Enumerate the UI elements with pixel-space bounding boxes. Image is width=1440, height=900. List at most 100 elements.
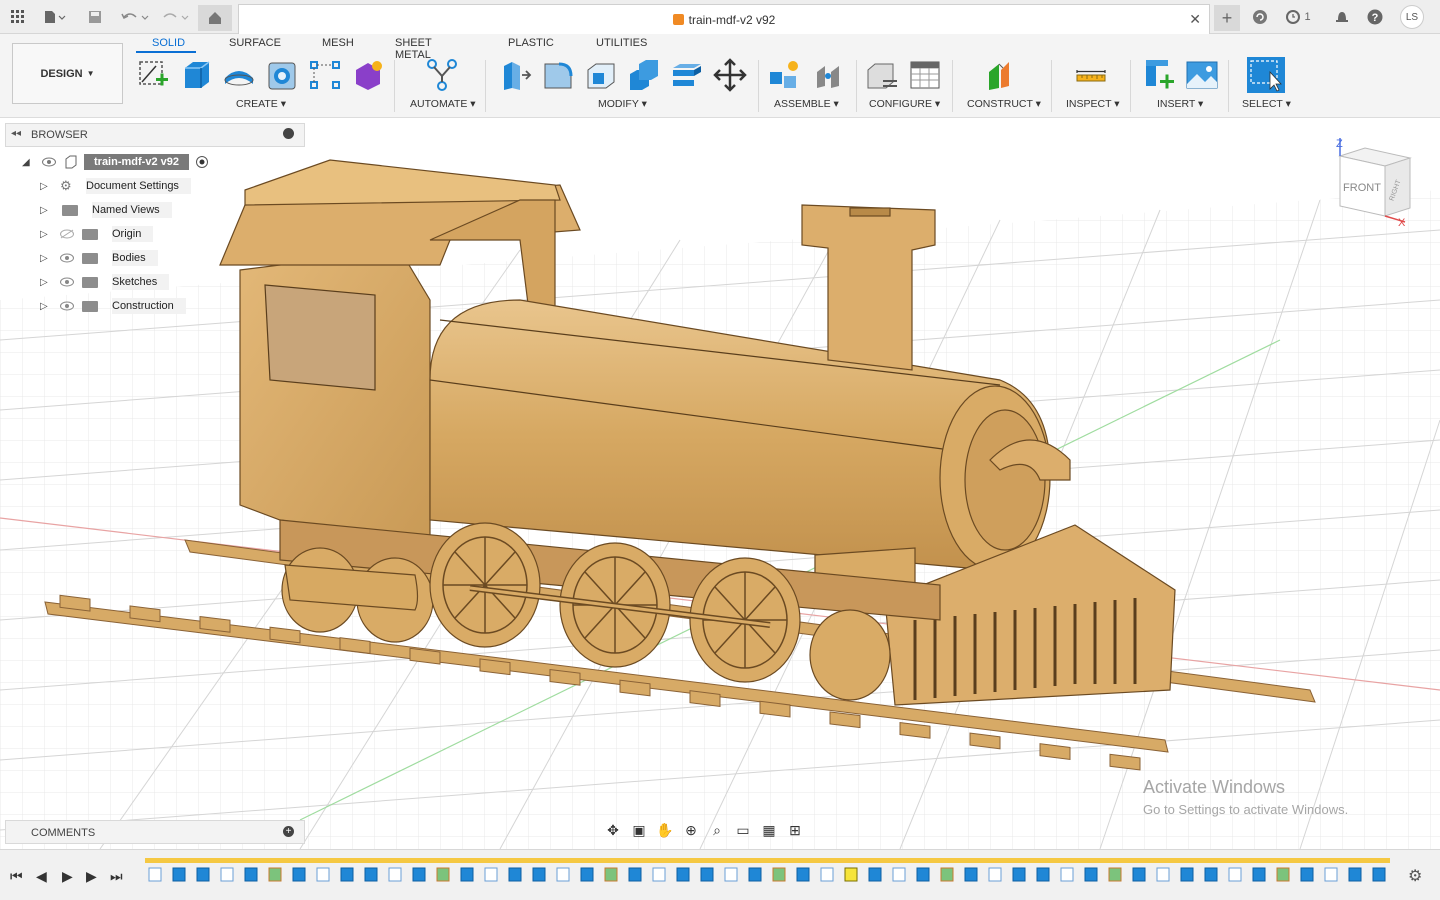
create-menu[interactable]: CREATE ▾ [236, 98, 286, 110]
select-icon[interactable] [1246, 56, 1286, 94]
document-tab[interactable]: train-mdf-v2 v92 ✕ [238, 4, 1210, 34]
viewcube[interactable]: FRONT RIGHT Z X [1330, 136, 1420, 231]
timeline-feature-icon[interactable] [988, 867, 1002, 882]
browser-item-sketches[interactable]: ▷ Sketches [40, 272, 170, 292]
offset-face-icon[interactable] [670, 58, 704, 92]
timeline-feature-icon[interactable] [820, 867, 834, 882]
eye-icon[interactable] [60, 277, 74, 287]
select-menu[interactable]: SELECT ▾ [1242, 98, 1291, 110]
browser-item-construction[interactable]: ▷ Construction [40, 296, 186, 316]
configuration-table-icon[interactable] [908, 58, 942, 92]
tab-utilities[interactable]: UTILITIES [596, 37, 647, 49]
assemble-menu[interactable]: ASSEMBLE ▾ [774, 98, 839, 110]
timeline-feature-icon[interactable] [316, 867, 330, 882]
timeline-feature-icon[interactable] [1084, 867, 1098, 882]
timeline-feature-icon[interactable] [1108, 867, 1122, 882]
display-settings-icon[interactable]: ▭ [733, 822, 753, 838]
apps-grid-icon[interactable] [8, 6, 28, 28]
bell-icon[interactable] [1333, 6, 1351, 28]
viewports-icon[interactable]: ⊞ [785, 822, 805, 838]
timeline-feature-icon[interactable] [508, 867, 522, 882]
automate-menu[interactable]: AUTOMATE ▾ [410, 98, 476, 110]
timeline-feature-icon[interactable] [892, 867, 906, 882]
hole-icon[interactable] [265, 58, 299, 92]
offset-plane-icon[interactable] [985, 58, 1019, 92]
insert-menu[interactable]: INSERT ▾ [1157, 98, 1203, 110]
insert-derive-icon[interactable] [1142, 58, 1176, 92]
press-pull-icon[interactable] [498, 58, 532, 92]
collapse-browser-icon[interactable]: ◂◂ [11, 128, 21, 139]
go-to-start-icon[interactable]: ⏮ [10, 868, 23, 885]
eye-icon[interactable] [42, 157, 56, 167]
comments-panel[interactable]: COMMENTS + [5, 820, 305, 844]
timeline-feature-icon[interactable] [796, 867, 810, 882]
browser-menu-icon[interactable] [283, 128, 294, 139]
browser-item-origin[interactable]: ▷ Origin [40, 224, 154, 244]
timeline-feature-icon[interactable] [1204, 867, 1218, 882]
timeline-feature-icon[interactable] [628, 867, 642, 882]
expand-triangle-icon[interactable]: ▷ [40, 301, 50, 312]
expand-triangle-icon[interactable]: ▷ [40, 277, 50, 288]
canvas-viewport[interactable] [0, 119, 1440, 849]
zoom-icon[interactable]: ⊕ [681, 822, 701, 838]
timeline-settings-gear-icon[interactable]: ⚙ [1408, 866, 1422, 886]
timeline-feature-icon[interactable] [1372, 867, 1386, 882]
create-sketch-icon[interactable] [136, 58, 170, 92]
timeline-feature-icon[interactable] [172, 867, 186, 882]
extrude-icon[interactable] [179, 58, 213, 92]
collapse-triangle-icon[interactable]: ◢ [22, 157, 32, 168]
construct-menu[interactable]: CONSTRUCT ▾ [967, 98, 1041, 110]
pattern-icon[interactable] [308, 58, 342, 92]
timeline-feature-icon[interactable] [460, 867, 474, 882]
timeline-feature-icon[interactable] [676, 867, 690, 882]
timeline-feature-icon[interactable] [148, 867, 162, 882]
timeline-feature-icon[interactable] [340, 867, 354, 882]
configure-menu[interactable]: CONFIGURE ▾ [869, 98, 940, 110]
automate-icon[interactable] [425, 58, 459, 92]
timeline-feature-icon[interactable] [964, 867, 978, 882]
home-icon[interactable] [198, 5, 232, 31]
add-comment-icon[interactable]: + [283, 826, 294, 837]
timeline-feature-icon[interactable] [244, 867, 258, 882]
timeline-feature-icon[interactable] [1036, 867, 1050, 882]
expand-triangle-icon[interactable]: ▷ [40, 181, 50, 192]
orbit-icon[interactable]: ✥ [603, 822, 623, 838]
expand-triangle-icon[interactable]: ▷ [40, 229, 50, 240]
browser-item-bodies[interactable]: ▷ Bodies [40, 248, 158, 268]
activate-radio-icon[interactable] [195, 155, 209, 169]
timeline-feature-icon[interactable] [1156, 867, 1170, 882]
redo-icon[interactable] [158, 6, 192, 28]
timeline-feature-icon[interactable] [748, 867, 762, 882]
step-back-icon[interactable]: ◀ [36, 868, 47, 885]
timeline-feature-icon[interactable] [652, 867, 666, 882]
modify-menu[interactable]: MODIFY ▾ [598, 98, 647, 110]
browser-root-name[interactable]: train-mdf-v2 v92 [84, 154, 189, 170]
timeline-feature-icon[interactable] [1228, 867, 1242, 882]
fillet-icon[interactable] [541, 58, 575, 92]
user-avatar[interactable]: LS [1400, 5, 1424, 29]
eye-hidden-icon[interactable] [60, 229, 74, 239]
timeline-feature-icon[interactable] [1180, 867, 1194, 882]
pan-hand-icon[interactable]: ✋ [655, 822, 675, 838]
form-icon[interactable] [351, 58, 385, 92]
timeline-feature-icon[interactable] [556, 867, 570, 882]
step-forward-icon[interactable]: ▶ [86, 868, 97, 885]
viewcube-front-label[interactable]: FRONT [1343, 182, 1381, 194]
go-to-end-icon[interactable]: ⏭ [110, 868, 123, 885]
timeline-feature-icon[interactable] [940, 867, 954, 882]
workspace-switcher[interactable]: DESIGN ▼ [12, 43, 123, 104]
new-tab-icon[interactable]: + [1214, 5, 1240, 31]
timeline-feature-icon[interactable] [1012, 867, 1026, 882]
shell-icon[interactable] [584, 58, 618, 92]
timeline-feature-icon[interactable] [1060, 867, 1074, 882]
tab-mesh[interactable]: MESH [322, 37, 354, 49]
browser-panel[interactable]: ◂◂ BROWSER [5, 123, 305, 147]
insert-canvas-icon[interactable] [1185, 58, 1219, 92]
timeline-feature-icon[interactable] [580, 867, 594, 882]
timeline-feature-icon[interactable] [868, 867, 882, 882]
timeline-feature-icon[interactable] [268, 867, 282, 882]
timeline-feature-icon[interactable] [364, 867, 378, 882]
job-status-icon[interactable] [1250, 6, 1270, 28]
timeline-feature-icon[interactable] [772, 867, 786, 882]
timeline-feature-icon[interactable] [388, 867, 402, 882]
